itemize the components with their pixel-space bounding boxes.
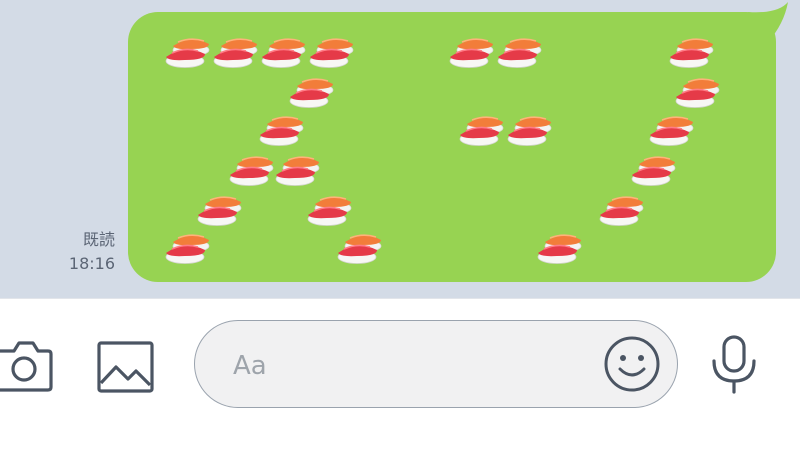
sushi-emoji (258, 110, 306, 148)
message-bubble[interactable] (128, 12, 776, 282)
sushi-emoji (306, 190, 354, 228)
message-input-bar (0, 298, 800, 450)
sushi-emoji (668, 32, 716, 70)
image-icon[interactable] (96, 339, 156, 395)
sushi-emoji (228, 150, 276, 188)
sushi-emoji (288, 72, 336, 110)
sushi-emoji (506, 110, 554, 148)
sushi-emoji (630, 150, 678, 188)
sushi-emoji (308, 32, 356, 70)
sushi-emoji (648, 110, 696, 148)
sushi-emoji (536, 228, 584, 266)
message-text-field[interactable] (194, 320, 678, 408)
sushi-emoji (164, 228, 212, 266)
message-meta: 既読 18:16 (40, 228, 115, 276)
sushi-emoji (458, 110, 506, 148)
sushi-emoji (598, 190, 646, 228)
emoji-icon[interactable] (603, 335, 661, 393)
sushi-emoji (336, 228, 384, 266)
sushi-emoji (674, 72, 722, 110)
sushi-emoji (496, 32, 544, 70)
chat-message-area[interactable]: 既読 18:16 (0, 0, 800, 298)
microphone-icon[interactable] (708, 335, 760, 395)
sushi-emoji (212, 32, 260, 70)
message-input[interactable] (231, 343, 595, 389)
sushi-emoji (260, 32, 308, 70)
read-receipt: 既読 (82, 230, 115, 249)
chat-screen: 既読 18:16 (0, 0, 800, 450)
message-timestamp: 18:16 (68, 254, 115, 273)
sushi-emoji (196, 190, 244, 228)
sushi-emoji (164, 32, 212, 70)
camera-icon[interactable] (0, 337, 54, 393)
sushi-emoji (274, 150, 322, 188)
sushi-emoji (448, 32, 496, 70)
